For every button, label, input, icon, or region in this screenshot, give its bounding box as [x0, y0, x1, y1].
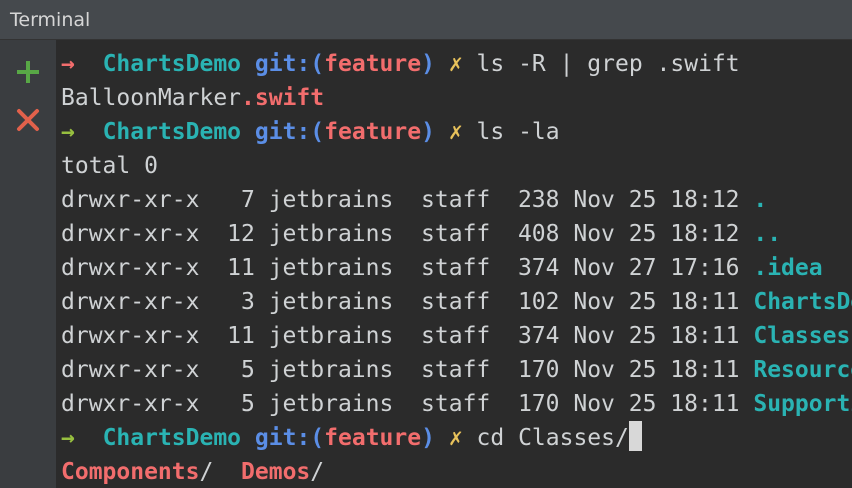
prompt-line: → ChartsDemo git:(feature) ✗ ls -la	[61, 115, 560, 149]
listing-row: drwxr-xr-x 12 jetbrains staff 408 Nov 25…	[61, 217, 781, 251]
listing-row: drwxr-xr-x 5 jetbrains staff 170 Nov 25 …	[61, 387, 852, 421]
listing-details: drwxr-xr-x 3 jetbrains staff 102 Nov 25 …	[61, 289, 754, 315]
completion-line: Components/ Demos/	[61, 455, 324, 488]
completion-item: Demos	[241, 459, 311, 485]
listing-details: drwxr-xr-x 12 jetbrains staff 408 Nov 25…	[61, 221, 754, 247]
listing-name: ..	[753, 221, 782, 247]
output-file-extension: .swift	[241, 85, 325, 111]
prompt-arrow: →	[61, 425, 75, 451]
close-session-button[interactable]	[12, 104, 44, 136]
completion-slash: /	[310, 459, 325, 485]
prompt-branch: feature	[324, 51, 422, 77]
listing-details: drwxr-xr-x 5 jetbrains staff 170 Nov 25 …	[61, 391, 754, 417]
prompt-repo: ChartsDemo	[102, 425, 242, 451]
output-line: total 0	[61, 153, 158, 179]
terminal-output[interactable]: → ChartsDemo git:(feature) ✗ ls -R | gre…	[56, 40, 852, 488]
listing-row: drwxr-xr-x 11 jetbrains staff 374 Nov 25…	[61, 319, 850, 353]
terminal-window: Terminal → ChartsDemo git:(feature) ✗ ls…	[0, 0, 852, 488]
listing-row: drwxr-xr-x 11 jetbrains staff 374 Nov 27…	[61, 251, 823, 285]
completion-slash: /	[199, 459, 214, 485]
listing-name: Resources	[753, 357, 852, 383]
listing-name: .idea	[753, 255, 823, 281]
listing-row: drwxr-xr-x 7 jetbrains staff 238 Nov 25 …	[61, 183, 767, 217]
listing-details: drwxr-xr-x 11 jetbrains staff 374 Nov 25…	[61, 323, 754, 349]
prompt-branch: feature	[324, 425, 422, 451]
close-icon	[17, 109, 39, 131]
prompt-line: → ChartsDemo git:(feature) ✗ ls -R | gre…	[61, 47, 740, 81]
listing-details: drwxr-xr-x 5 jetbrains staff 170 Nov 25 …	[61, 357, 754, 383]
prompt-git-label: git:(	[254, 51, 325, 77]
prompt-git-label: git:(	[254, 119, 325, 145]
listing-name: Supporting Files	[753, 391, 852, 417]
prompt-git-label: git:(	[254, 425, 325, 451]
listing-name: Classes	[753, 323, 851, 349]
prompt-dirty-mark: ✗	[448, 425, 463, 451]
completion-item: Components	[61, 459, 200, 485]
window-title: Terminal	[10, 9, 91, 31]
listing-row: drwxr-xr-x 3 jetbrains staff 102 Nov 25 …	[61, 285, 852, 319]
prompt-repo: ChartsDemo	[102, 51, 242, 77]
prompt-arrow: →	[61, 51, 75, 77]
prompt-dirty-mark: ✗	[448, 119, 463, 145]
listing-details: drwxr-xr-x 11 jetbrains staff 374 Nov 27…	[61, 255, 754, 281]
prompt-line: → ChartsDemo git:(feature) ✗ cd Classes/	[61, 421, 642, 455]
plus-icon	[17, 61, 39, 83]
prompt-branch: feature	[324, 119, 422, 145]
prompt-arrow: →	[61, 119, 75, 145]
listing-name: .	[753, 187, 768, 213]
prompt-repo: ChartsDemo	[102, 119, 242, 145]
new-session-button[interactable]	[12, 56, 44, 88]
prompt-dirty-mark: ✗	[448, 51, 463, 77]
listing-row: drwxr-xr-x 5 jetbrains staff 170 Nov 25 …	[61, 353, 852, 387]
command-input[interactable]: cd Classes/	[477, 425, 629, 451]
output-line: BalloonMarker.swift	[61, 81, 324, 115]
command-text: ls -R | grep .swift	[476, 51, 740, 77]
prompt-git-close: )	[421, 51, 435, 77]
text-cursor	[628, 421, 642, 451]
terminal-title-bar: Terminal	[0, 0, 852, 40]
prompt-git-close: )	[421, 119, 435, 145]
command-text: ls -la	[476, 119, 560, 145]
terminal-toolbar	[0, 40, 56, 488]
listing-name: ChartsDemo	[753, 289, 852, 315]
prompt-git-close: )	[421, 425, 435, 451]
output-filename: BalloonMarker	[61, 85, 242, 111]
listing-details: drwxr-xr-x 7 jetbrains staff 238 Nov 25 …	[61, 187, 754, 213]
